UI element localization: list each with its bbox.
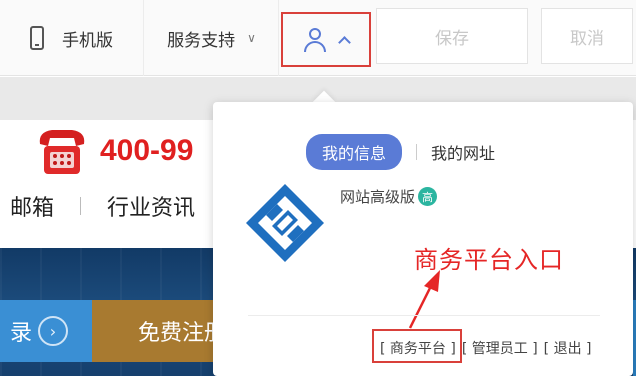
cancel-button[interactable]: 取消 xyxy=(541,8,633,64)
mobile-version-button[interactable]: 手机版 xyxy=(0,0,144,76)
nav-item-industry-news[interactable]: 行业资讯 xyxy=(97,190,205,222)
version-badge: 高 xyxy=(418,187,438,206)
chevron-down-icon: ∨ xyxy=(247,31,256,45)
telephone-icon xyxy=(39,130,85,174)
arrow-right-icon: › xyxy=(38,316,68,346)
service-support-menu[interactable]: 服务支持 ∨ xyxy=(145,0,279,76)
nav-item-mailbox[interactable]: 邮箱 xyxy=(0,190,64,222)
manage-staff-link[interactable]: [ 管理员工 ] xyxy=(462,338,538,358)
site-nav: 邮箱 行业资讯 xyxy=(0,186,238,226)
hotline-number: 400-99 xyxy=(100,134,194,167)
mobile-version-label: 手机版 xyxy=(62,30,113,51)
tab-divider xyxy=(416,144,418,160)
phone-icon xyxy=(30,26,44,50)
site-logo xyxy=(246,184,324,262)
banner-register-button[interactable]: 免费注册 xyxy=(92,300,232,362)
chevron-up-icon xyxy=(337,35,351,49)
user-menu-button[interactable] xyxy=(281,12,371,67)
tab-my-info[interactable]: 我的信息 xyxy=(306,134,403,170)
annotation-arrow-icon xyxy=(408,270,440,329)
version-label: 网站高级版 xyxy=(340,188,416,206)
service-support-label: 服务支持 xyxy=(167,30,236,51)
top-toolbar: 手机版 服务支持 ∨ 保存 取消 xyxy=(0,0,636,76)
panel-divider xyxy=(248,315,600,316)
business-platform-highlight xyxy=(372,329,462,363)
save-button[interactable]: 保存 xyxy=(376,8,528,64)
panel-tabs: 我的信息 我的网址 xyxy=(306,134,495,170)
nav-divider xyxy=(80,197,82,215)
logout-link[interactable]: [ 退出 ] xyxy=(544,338,592,358)
user-icon xyxy=(303,27,326,52)
banner-login-label: 录 xyxy=(9,321,32,346)
tab-my-url[interactable]: 我的网址 xyxy=(431,140,495,164)
banner-login-button[interactable]: 录 › xyxy=(0,300,92,362)
site-version: 网站高级版 高 xyxy=(340,186,438,207)
